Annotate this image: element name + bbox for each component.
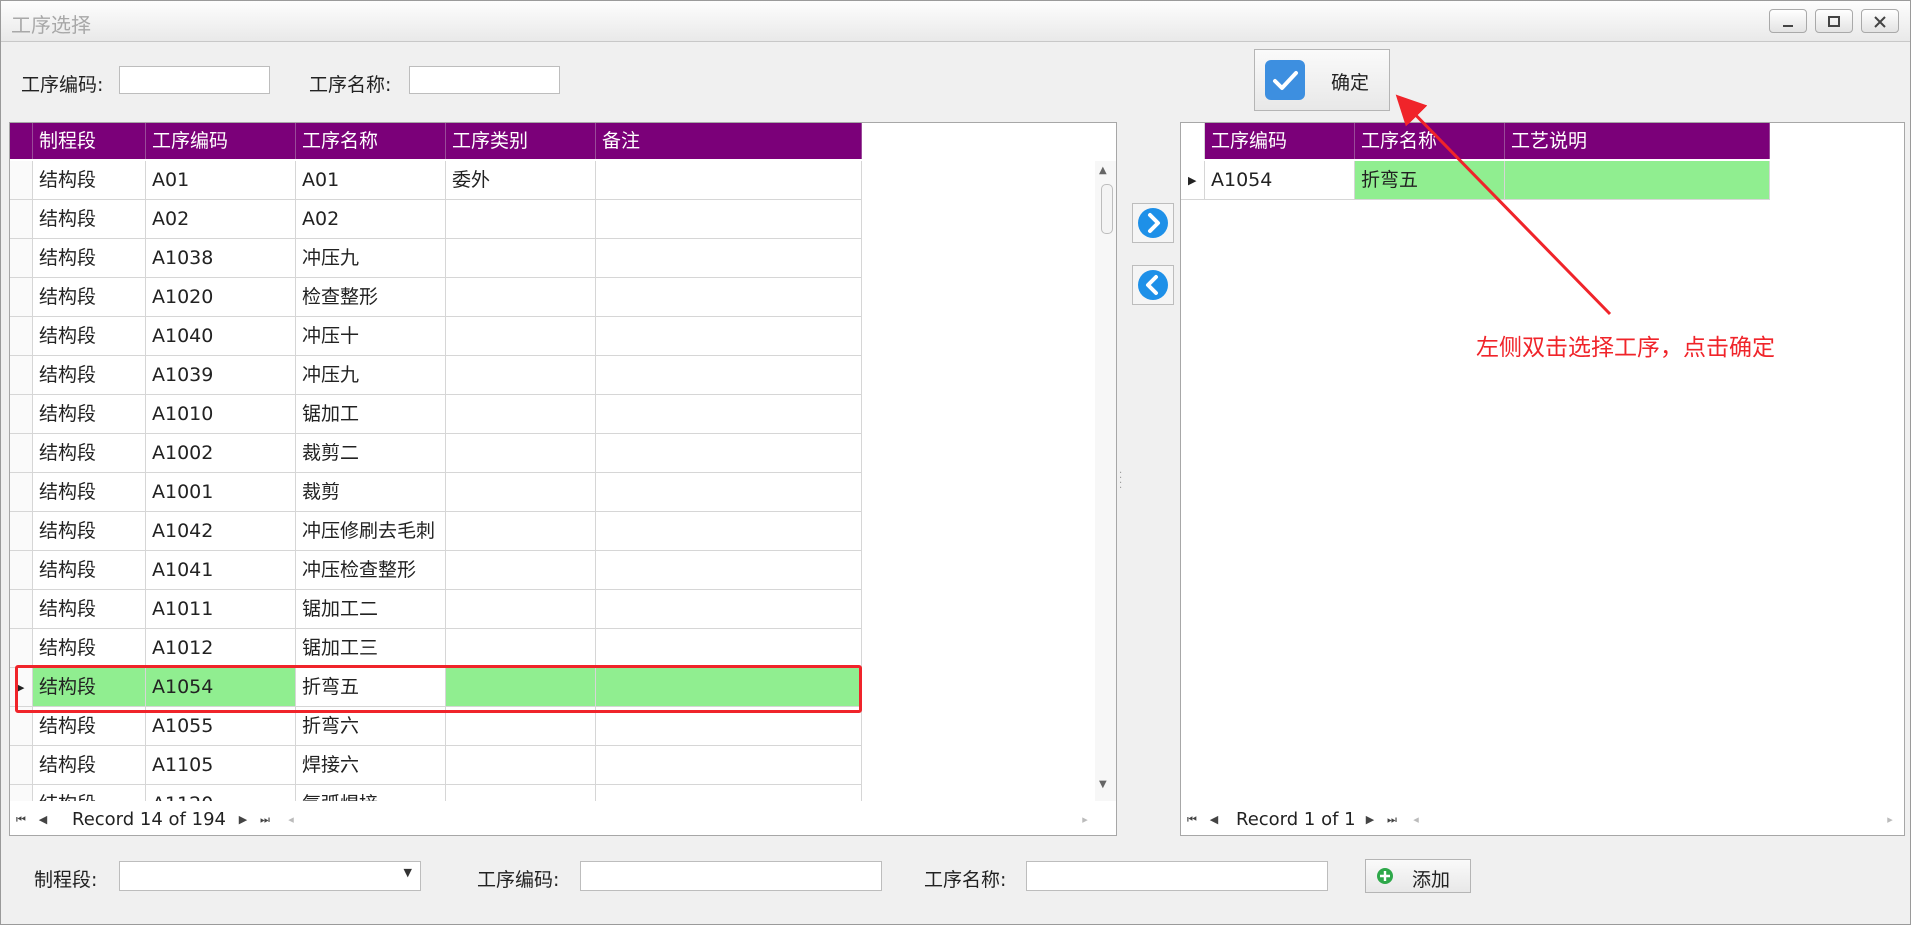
bottom-code-label: 工序编码:: [477, 869, 560, 891]
process-selection-window: 工序选择 工序编码: 工序名称: 确定 制程段 工序编码 工序名称 工序类别 备…: [0, 0, 1911, 925]
add-button[interactable]: 添加: [1365, 859, 1471, 893]
bottom-name-label: 工序名称:: [924, 869, 1007, 891]
add-label: 添加: [1412, 869, 1451, 891]
bottom-code-input[interactable]: [580, 861, 882, 891]
annotation-arrow: [1395, 94, 1612, 316]
bottom-filter-bar: 制程段: ▼ 工序编码: 工序名称: 添加: [9, 838, 1905, 918]
stage-label: 制程段:: [34, 869, 98, 891]
plus-circle-icon: [1377, 868, 1393, 884]
annotation-text: 左侧双击选择工序，点击确定: [1476, 335, 1775, 361]
bottom-name-input[interactable]: [1026, 861, 1328, 891]
stage-select[interactable]: ▼: [119, 861, 421, 891]
chevron-down-icon[interactable]: ▼: [404, 866, 412, 879]
